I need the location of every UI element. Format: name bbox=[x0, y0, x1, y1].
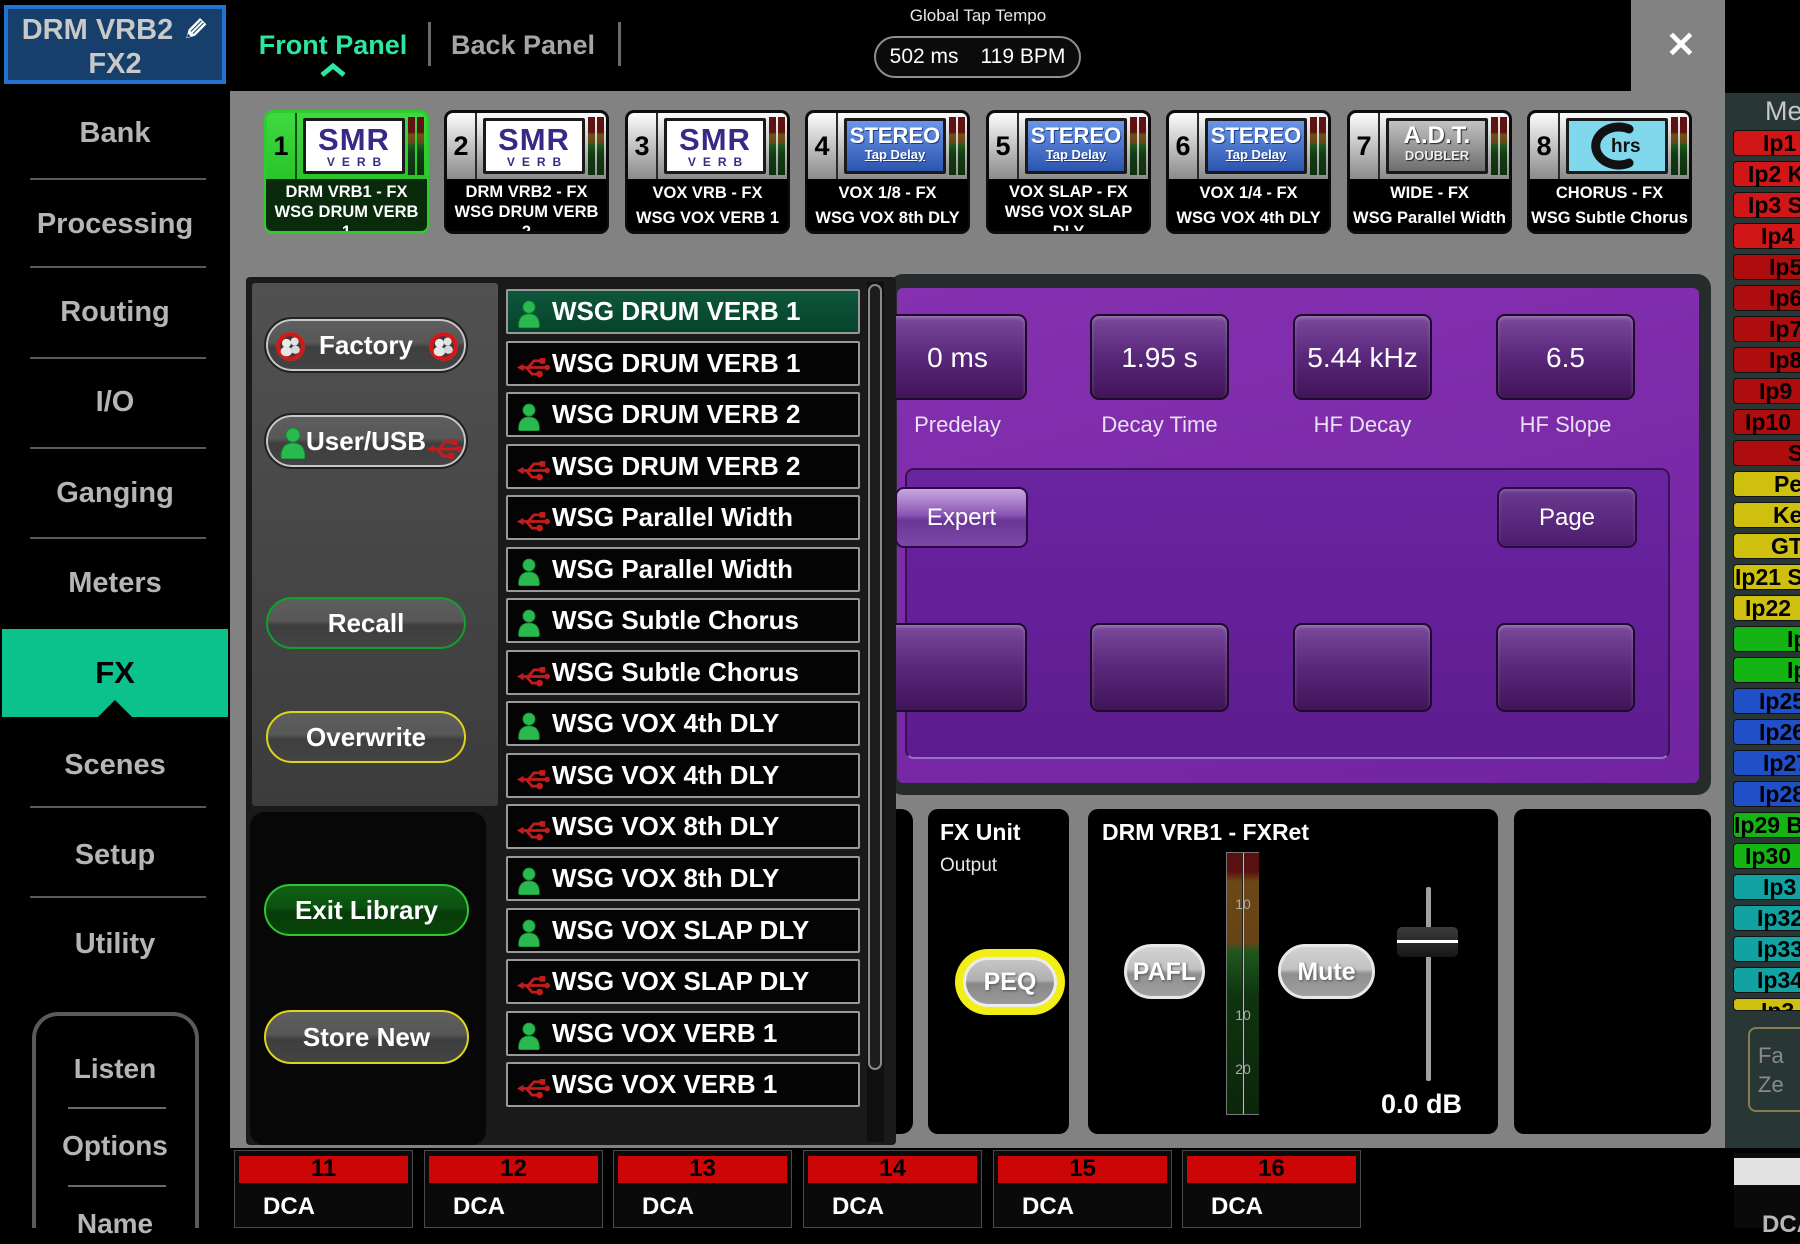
svg-text:hrs: hrs bbox=[1611, 136, 1641, 157]
